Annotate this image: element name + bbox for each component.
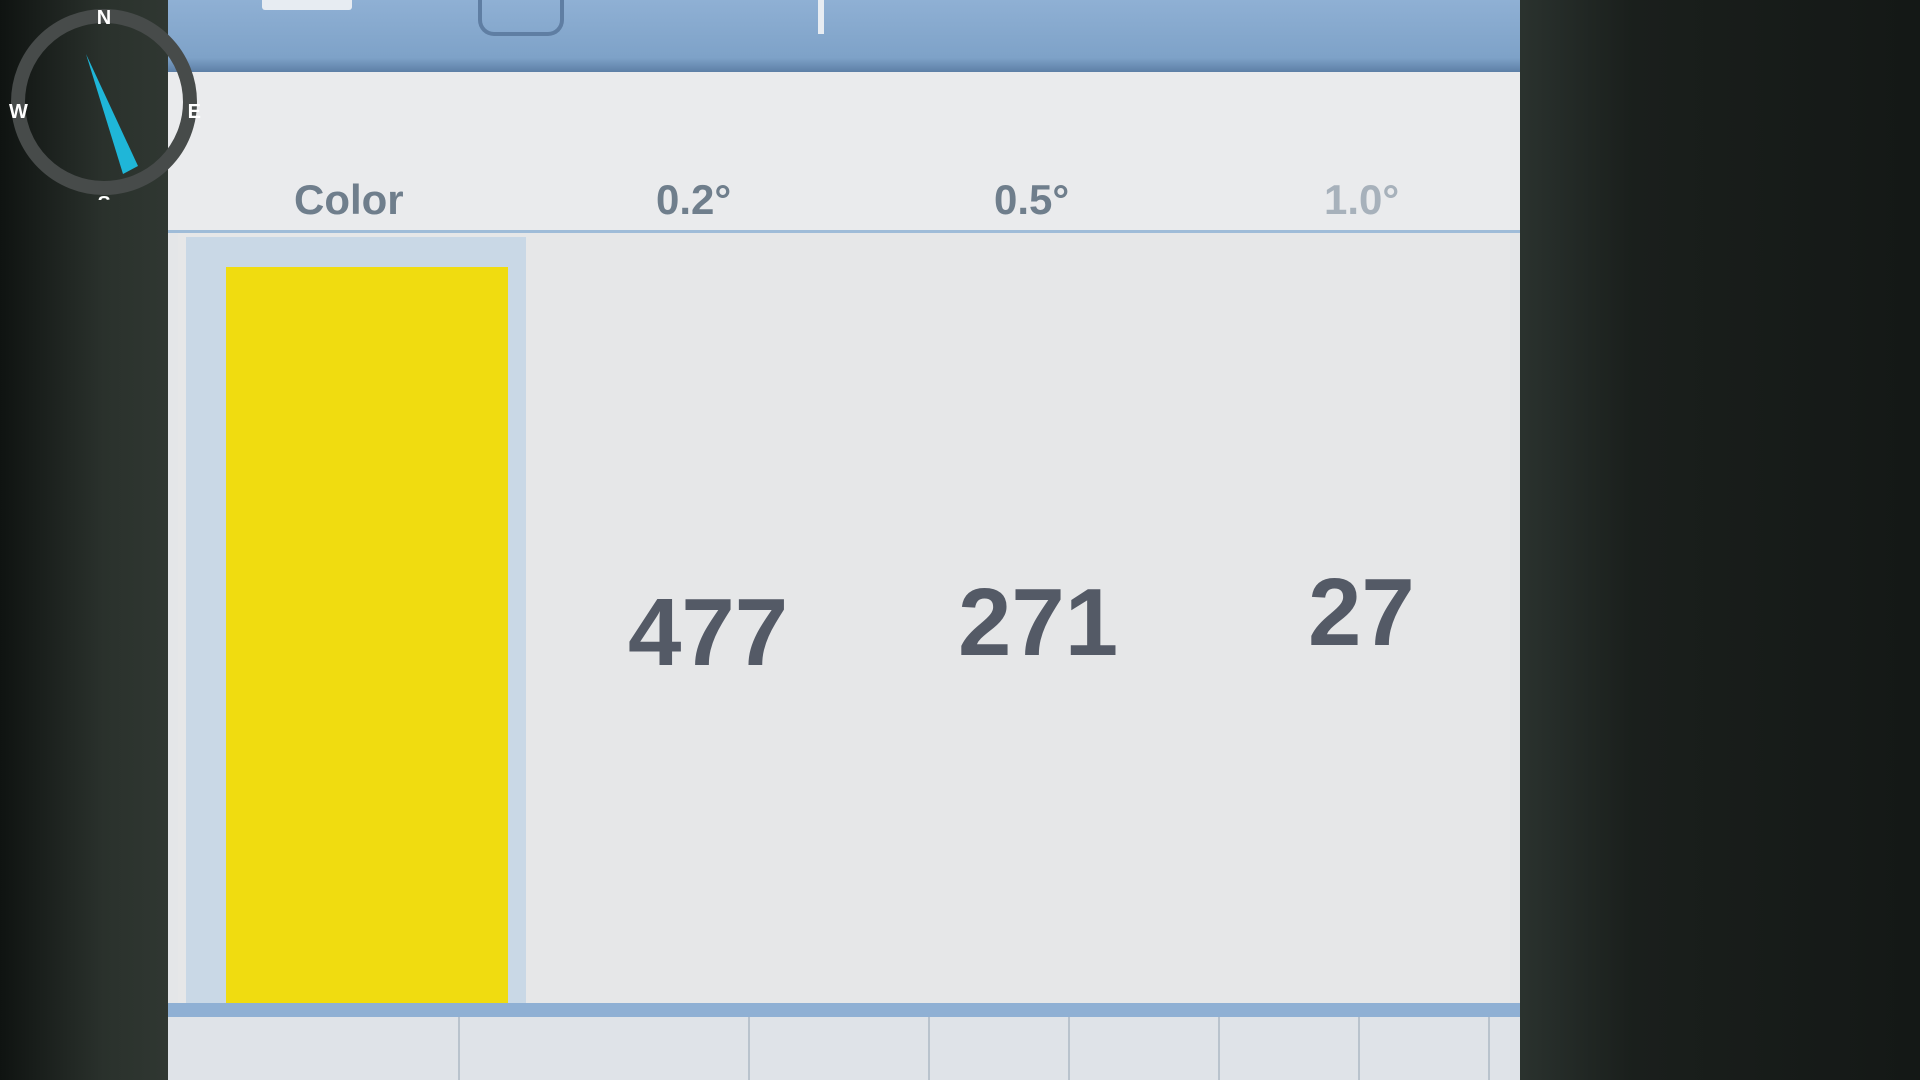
column-header-1-0: 1.0° [1324,176,1400,223]
value-0-2: 477 [628,579,789,686]
compass-west-label: W [9,101,28,123]
value-0-5: 271 [958,569,1119,676]
bottom-panel [168,1017,1520,1080]
divider [818,0,824,34]
device-icon[interactable] [478,0,564,36]
color-swatch [226,267,508,1007]
compass-widget: N E S W [9,7,201,200]
compass-needle-icon [86,54,138,174]
bottom-toolbar [168,1003,1520,1017]
column-header-0-5: 0.5° [994,176,1070,223]
column-header-0-2: 0.2° [656,176,732,223]
table-row: 477 271 27 [178,233,1510,1007]
device-screen: Color 0.2° 0.5° 1.0° 477 271 27 [168,0,1520,1080]
color-swatch-frame [186,237,526,1007]
column-header-color: Color [294,176,404,223]
compass-north-label: N [97,7,111,29]
compass-east-label: E [188,101,201,123]
device-bezel-right [1510,0,1920,1080]
table-header: Color 0.2° 0.5° 1.0° [168,72,1520,233]
value-1-0: 27 [1308,559,1415,666]
compass-south-label: S [97,193,110,200]
menu-button[interactable] [262,0,352,10]
photo-scene: Color 0.2° 0.5° 1.0° 477 271 27 N E W [0,0,1920,1080]
top-toolbar [168,0,1520,72]
